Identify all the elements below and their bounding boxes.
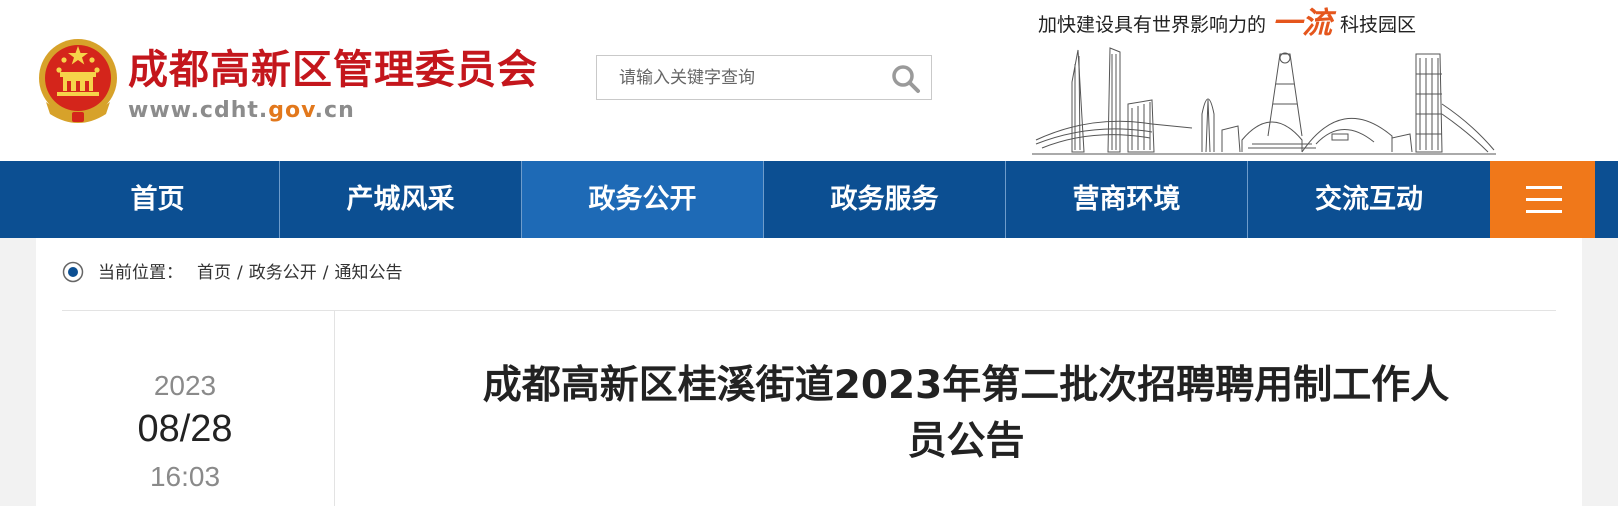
breadcrumb-separator: / bbox=[322, 263, 329, 283]
nav-item-government-affairs-open[interactable]: 政务公开 bbox=[522, 161, 764, 238]
article-title: 成都高新区桂溪街道2023年第二批次招聘聘用制工作人员公告 bbox=[482, 363, 1450, 464]
publish-month-day: 08/28 bbox=[137, 408, 233, 450]
publish-time: 16:03 bbox=[149, 461, 221, 492]
city-skyline-illustration bbox=[1032, 47, 1496, 155]
breadcrumb: 当前位置： 首页 / 政务公开 / 通知公告 bbox=[62, 258, 402, 288]
slogan-emphasis: 一流 bbox=[1272, 6, 1333, 41]
site-url[interactable]: www.cdht.gov.cn bbox=[128, 97, 355, 125]
site-url-suffix: .cn bbox=[314, 98, 355, 123]
main-nav: 首页 产城风采 政务公开 政务服务 营商环境 交流互动 bbox=[0, 161, 1618, 238]
nav-item-government-services[interactable]: 政务服务 bbox=[764, 161, 1006, 238]
site-header: 成都高新区管理委员会 www.cdht.gov.cn 加快建设具有世界影响力的一… bbox=[0, 0, 1618, 161]
site-url-highlight: gov bbox=[268, 98, 315, 123]
site-url-prefix: www.cdht. bbox=[128, 98, 269, 123]
nav-item-interaction[interactable]: 交流互动 bbox=[1248, 161, 1490, 238]
hamburger-menu-button[interactable] bbox=[1490, 161, 1595, 238]
search-icon[interactable] bbox=[889, 62, 923, 94]
horizontal-divider bbox=[62, 310, 1556, 311]
national-emblem-icon[interactable] bbox=[36, 36, 120, 124]
content-panel: 当前位置： 首页 / 政务公开 / 通知公告 2023 08/28 16:03 成都高新区… bbox=[36, 238, 1582, 506]
site-title[interactable]: 成都高新区管理委员会 bbox=[128, 44, 538, 96]
location-dot-icon bbox=[62, 261, 84, 283]
publish-year: 2023 bbox=[153, 370, 217, 401]
nav-item-city-showcase[interactable]: 产城风采 bbox=[280, 161, 522, 238]
search-input[interactable] bbox=[607, 56, 891, 99]
slogan: 加快建设具有世界影响力的 一流 科技园区 bbox=[1038, 6, 1416, 42]
breadcrumb-label: 当前位置： bbox=[98, 263, 183, 283]
slogan-text-before: 加快建设具有世界影响力的 bbox=[1038, 14, 1267, 36]
search-box bbox=[596, 55, 932, 100]
nav-item-home[interactable]: 首页 bbox=[36, 161, 280, 238]
nav-item-business-environment[interactable]: 营商环境 bbox=[1006, 161, 1248, 238]
vertical-divider bbox=[334, 311, 335, 506]
breadcrumb-separator: / bbox=[237, 263, 243, 283]
breadcrumb-item-home[interactable]: 首页 bbox=[197, 263, 231, 283]
breadcrumb-item-notices[interactable]: 通知公告 bbox=[334, 263, 402, 283]
breadcrumb-item-government-affairs[interactable]: 政务公开 bbox=[249, 263, 317, 283]
slogan-text-after: 科技园区 bbox=[1340, 14, 1417, 36]
